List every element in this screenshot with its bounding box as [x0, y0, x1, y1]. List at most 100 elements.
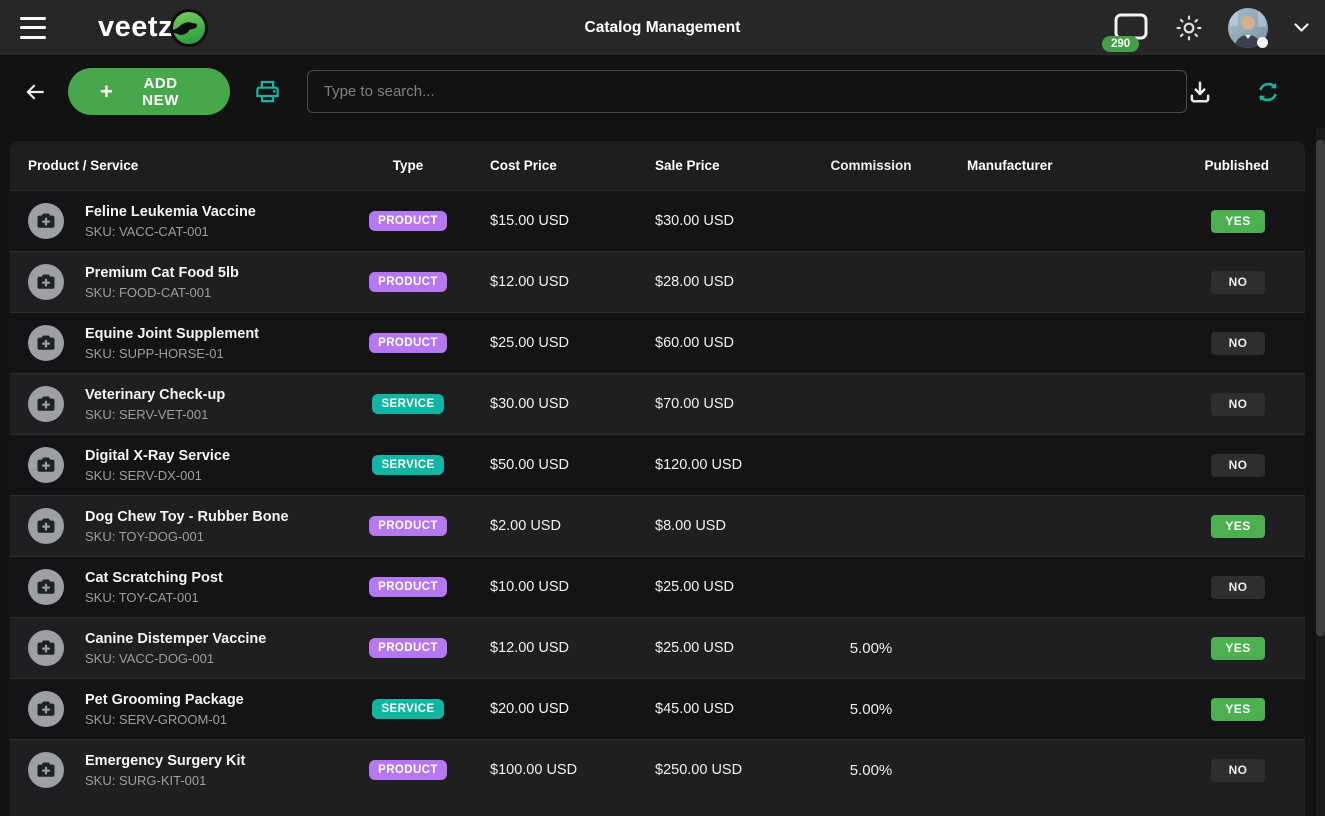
- product-info: Pet Grooming Package SKU: SERV-GROOM-01: [85, 691, 244, 726]
- table-row[interactable]: Equine Joint Supplement SKU: SUPP-HORSE-…: [10, 312, 1305, 373]
- add-photo-icon: [28, 569, 64, 605]
- table-row[interactable]: Veterinary Check-up SKU: SERV-VET-001 SE…: [10, 373, 1305, 434]
- table-row[interactable]: Emergency Surgery Kit SKU: SURG-KIT-001 …: [10, 739, 1305, 800]
- refresh-icon: [1255, 79, 1281, 105]
- type-badge: SERVICE: [372, 455, 443, 475]
- topbar-actions: 290: [1110, 8, 1309, 48]
- product-sku: SKU: SUPP-HORSE-01: [85, 346, 259, 361]
- published-badge[interactable]: NO: [1211, 332, 1265, 355]
- column-header-commission: Commission: [801, 158, 941, 173]
- published-badge[interactable]: NO: [1211, 759, 1265, 782]
- commission-value: 5.00%: [801, 762, 941, 779]
- table-row[interactable]: Canine Distemper Vaccine SKU: VACC-DOG-0…: [10, 617, 1305, 678]
- cost-price: $12.00 USD: [456, 640, 621, 656]
- count-badge: 290: [1102, 36, 1139, 52]
- published-badge[interactable]: YES: [1211, 637, 1265, 660]
- sale-price: $25.00 USD: [621, 640, 801, 656]
- avatar-status-dot: [1257, 37, 1268, 48]
- type-badge: SERVICE: [372, 699, 443, 719]
- back-button[interactable]: [22, 79, 48, 105]
- type-badge: PRODUCT: [369, 333, 447, 353]
- table-row[interactable]: Dog Chew Toy - Rubber Bone SKU: TOY-DOG-…: [10, 495, 1305, 556]
- column-header-published: Published: [1121, 158, 1305, 173]
- product-info: Feline Leukemia Vaccine SKU: VACC-CAT-00…: [85, 203, 256, 238]
- table-row[interactable]: Digital X-Ray Service SKU: SERV-DX-001 S…: [10, 434, 1305, 495]
- brightness-toggle[interactable]: [1176, 15, 1202, 41]
- sale-price: $45.00 USD: [621, 701, 801, 717]
- type-badge: PRODUCT: [369, 760, 447, 780]
- type-badge: PRODUCT: [369, 577, 447, 597]
- brand-logo[interactable]: veetz: [98, 8, 209, 48]
- sale-price: $30.00 USD: [621, 213, 801, 229]
- published-badge[interactable]: NO: [1211, 393, 1265, 416]
- scrollbar-thumb[interactable]: [1316, 140, 1325, 636]
- catalog-management-page: veetz Catalog Management 290: [0, 0, 1325, 816]
- cost-price: $20.00 USD: [456, 701, 621, 717]
- product-name: Equine Joint Supplement: [85, 325, 259, 343]
- page-title: Catalog Management: [585, 19, 741, 37]
- sale-price: $28.00 USD: [621, 274, 801, 290]
- column-header-sale-price: Sale Price: [621, 158, 801, 173]
- product-sku: SKU: TOY-CAT-001: [85, 590, 223, 605]
- add-photo-icon: [28, 691, 64, 727]
- product-name: Canine Distemper Vaccine: [85, 630, 266, 648]
- product-sku: SKU: VACC-DOG-001: [85, 651, 266, 666]
- search-input[interactable]: [307, 70, 1187, 113]
- product-name: Dog Chew Toy - Rubber Bone: [85, 508, 289, 526]
- brand-wordmark: veetz: [98, 11, 173, 44]
- add-photo-icon: [28, 630, 64, 666]
- type-badge: SERVICE: [372, 394, 443, 414]
- action-toolbar: + ADD NEW: [0, 55, 1325, 128]
- table-row[interactable]: Feline Leukemia Vaccine SKU: VACC-CAT-00…: [10, 190, 1305, 251]
- sale-price: $250.00 USD: [621, 762, 801, 778]
- chevron-down-icon: [1294, 23, 1309, 33]
- brightness-icon: [1176, 15, 1202, 41]
- user-menu-toggle[interactable]: [1294, 23, 1309, 33]
- veetz-logo-icon: [169, 8, 209, 48]
- published-badge[interactable]: YES: [1211, 515, 1265, 538]
- cost-price: $12.00 USD: [456, 274, 621, 290]
- add-photo-icon: [28, 325, 64, 361]
- sale-price: $8.00 USD: [621, 518, 801, 534]
- column-header-product-service: Product / Service: [10, 158, 360, 173]
- print-button[interactable]: [254, 78, 281, 105]
- table-row[interactable]: Cat Scratching Post SKU: TOY-CAT-001 PRO…: [10, 556, 1305, 617]
- add-new-button[interactable]: + ADD NEW: [68, 68, 230, 115]
- product-sku: SKU: TOY-DOG-001: [85, 529, 289, 544]
- product-info: Emergency Surgery Kit SKU: SURG-KIT-001: [85, 752, 245, 787]
- published-badge[interactable]: YES: [1211, 698, 1265, 721]
- sale-price: $25.00 USD: [621, 579, 801, 595]
- product-info: Digital X-Ray Service SKU: SERV-DX-001: [85, 447, 230, 482]
- product-name: Cat Scratching Post: [85, 569, 223, 587]
- product-name: Emergency Surgery Kit: [85, 752, 245, 770]
- table-header: Product / Service Type Cost Price Sale P…: [10, 141, 1305, 190]
- hamburger-menu-icon[interactable]: [20, 17, 50, 39]
- cost-price: $2.00 USD: [456, 518, 621, 534]
- add-photo-icon: [28, 508, 64, 544]
- catalog-table: Product / Service Type Cost Price Sale P…: [10, 141, 1305, 816]
- published-badge[interactable]: NO: [1211, 454, 1265, 477]
- add-photo-icon: [28, 752, 64, 788]
- table-row[interactable]: Pet Grooming Package SKU: SERV-GROOM-01 …: [10, 678, 1305, 739]
- download-icon: [1187, 79, 1213, 105]
- commission-value: 5.00%: [801, 640, 941, 657]
- table-row[interactable]: Premium Cat Food 5lb SKU: FOOD-CAT-001 P…: [10, 251, 1305, 312]
- published-badge[interactable]: NO: [1211, 576, 1265, 599]
- commission-value: 5.00%: [801, 701, 941, 718]
- export-button[interactable]: [1187, 79, 1213, 105]
- published-badge[interactable]: NO: [1211, 271, 1265, 294]
- column-header-manufacturer: Manufacturer: [941, 158, 1121, 173]
- printer-icon: [254, 78, 281, 105]
- published-badge[interactable]: YES: [1211, 210, 1265, 233]
- refresh-button[interactable]: [1255, 79, 1281, 105]
- product-name: Veterinary Check-up: [85, 386, 225, 404]
- sale-price: $60.00 USD: [621, 335, 801, 351]
- sale-price: $120.00 USD: [621, 457, 801, 473]
- product-name: Premium Cat Food 5lb: [85, 264, 239, 282]
- user-avatar[interactable]: [1228, 8, 1268, 48]
- cost-price: $50.00 USD: [456, 457, 621, 473]
- window-count-button[interactable]: 290: [1110, 8, 1150, 48]
- type-badge: PRODUCT: [369, 211, 447, 231]
- add-new-label: ADD NEW: [123, 75, 197, 109]
- product-sku: SKU: SERV-VET-001: [85, 407, 225, 422]
